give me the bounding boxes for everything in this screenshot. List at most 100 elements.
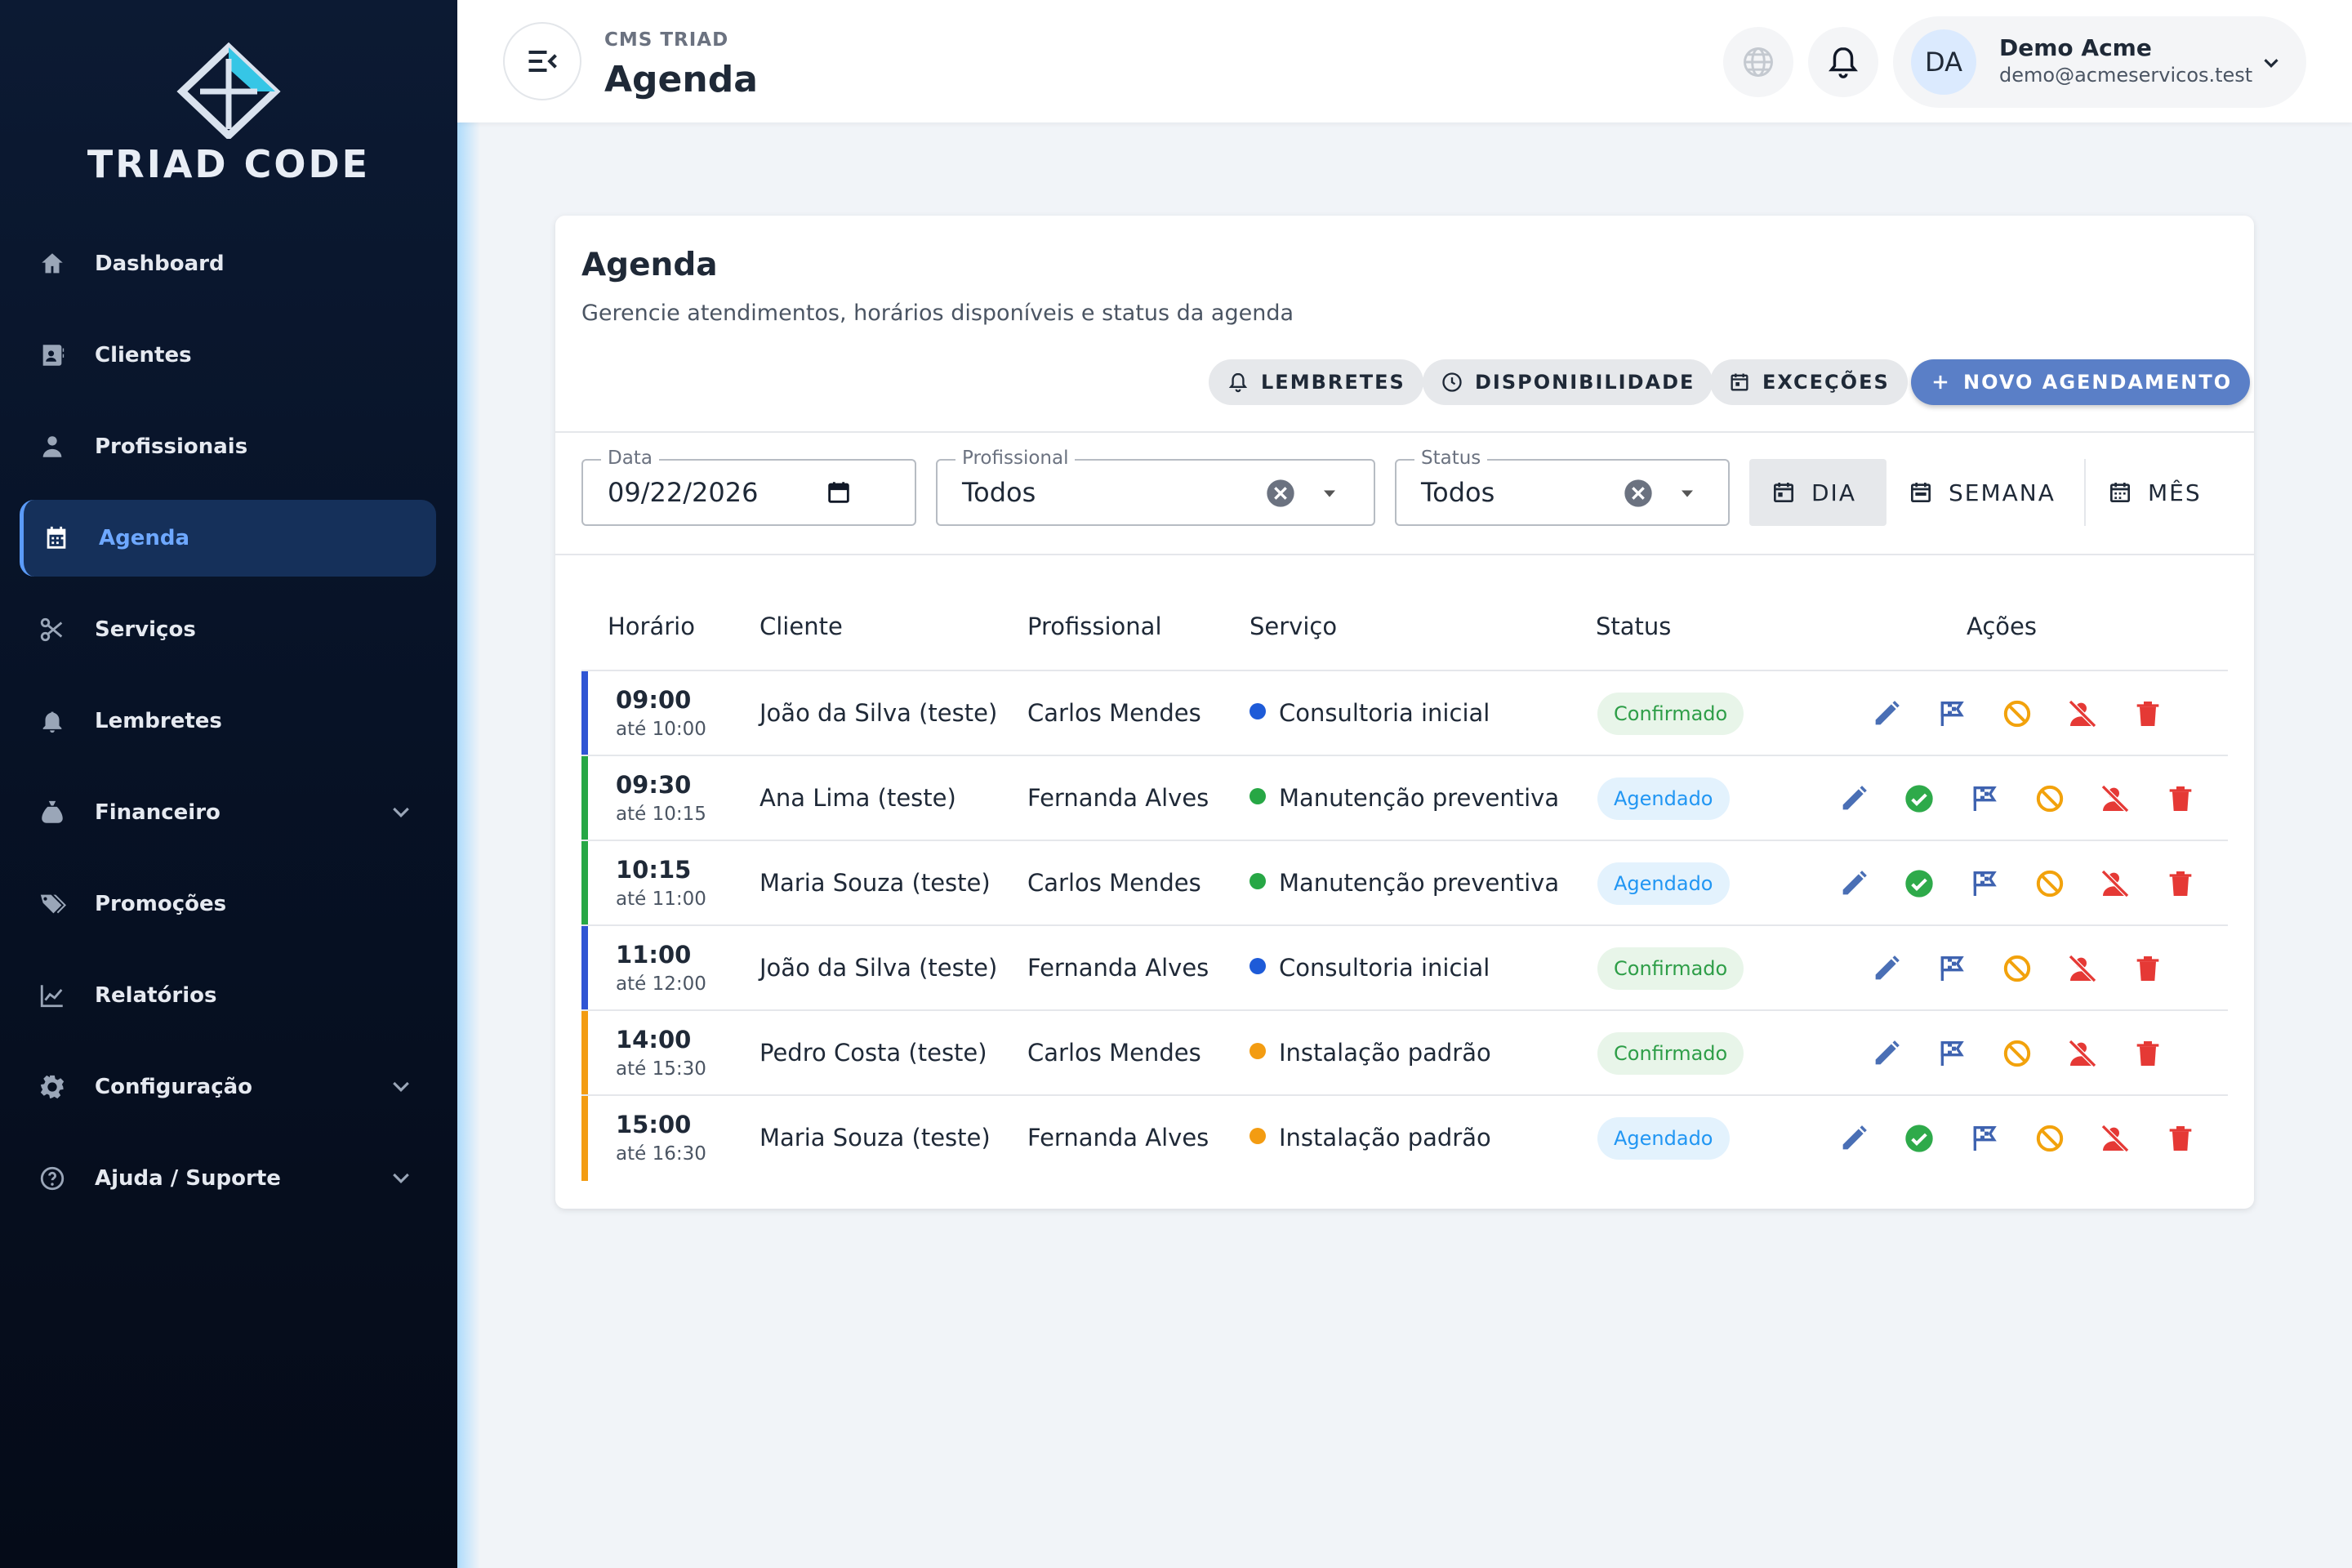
block-icon [2034,1122,2066,1155]
notifications-button[interactable] [1808,27,1878,97]
row-servico: Consultoria inicial [1250,954,1490,982]
calendar-month-icon [2110,483,2130,502]
view-semana-button[interactable]: SEMANA [1886,459,2077,526]
novo-agendamento-button[interactable]: NOVO AGENDAMENTO [1911,359,2251,405]
confirm-button[interactable] [1903,867,1936,900]
chevron-down-icon [393,1173,409,1183]
col-header-status: Status [1596,612,1672,640]
edit-button[interactable] [1838,782,1870,815]
view-mes-button[interactable]: MÊS [2086,459,2223,526]
cancel-button[interactable] [2001,697,2034,730]
dropdown-arrow-icon[interactable] [1676,482,1699,505]
table-row[interactable]: 14:00 até 15:30 Pedro Costa (teste) Carlos … [581,1009,2228,1096]
edit-button[interactable] [1870,952,1903,985]
date-field[interactable]: Data 09/22/2026 [581,448,916,526]
clear-icon[interactable] [1622,477,1655,510]
disponibilidade-button[interactable]: DISPONIBILIDADE [1423,359,1713,405]
status-badge: Confirmado [1597,693,1744,735]
finish-button[interactable] [1968,782,2001,815]
sidebar-item-configuracao[interactable]: Configuração [20,1049,436,1125]
trash-icon [2132,952,2164,985]
no-show-button[interactable] [2099,782,2132,815]
table-row[interactable]: 10:15 até 11:00 Maria Souza (teste) Carlos … [581,840,2228,926]
excecoes-button[interactable]: EXCEÇÕES [1710,359,1908,405]
agenda-card: Agenda Gerencie atendimentos, horários d… [555,216,2254,1209]
language-button[interactable] [1723,27,1793,97]
view-dia-button[interactable]: DIA [1749,459,1886,526]
delete-button[interactable] [2164,782,2197,815]
finish-button[interactable] [1936,697,1968,730]
row-cliente: Maria Souza (teste) [760,869,991,897]
delete-button[interactable] [2132,697,2164,730]
chart-icon [34,978,70,1013]
status-select[interactable]: Status Todos [1395,448,1730,526]
sidebar-item-financeiro[interactable]: Financeiro [20,774,436,851]
delete-button[interactable] [2132,1037,2164,1070]
no-show-button[interactable] [2099,867,2132,900]
row-servico-label: Consultoria inicial [1279,699,1490,727]
finish-button[interactable] [1936,1037,1968,1070]
person-icon [34,429,70,465]
sidebar-item-label: Financeiro [95,800,220,825]
sidebar-item-dashboard[interactable]: Dashboard [20,225,436,302]
bell-icon [1228,372,1248,393]
sidebar-item-relatorios[interactable]: Relatórios [20,957,436,1034]
sidebar-item-servicos[interactable]: Serviços [20,591,436,668]
row-end-time: até 11:00 [616,889,706,910]
cancel-button[interactable] [2001,952,2034,985]
edit-button[interactable] [1838,867,1870,900]
bell-icon [1829,47,1858,78]
table-row[interactable]: 11:00 até 12:00 João da Silva (teste) Ferna… [581,924,2228,1011]
sidebar-item-promocoes[interactable]: Promoções [20,866,436,942]
sidebar-item-clientes[interactable]: Clientes [20,317,436,394]
cancel-button[interactable] [2034,867,2066,900]
col-header-cliente: Cliente [760,612,843,640]
profissional-select[interactable]: Profissional Todos [936,448,1375,526]
sidebar-item-lembretes[interactable]: Lembretes [20,683,436,760]
row-color-bar [581,1011,588,1096]
row-cliente: Ana Lima (teste) [760,784,956,812]
finish-button[interactable] [1968,1122,2001,1155]
card-title: Agenda [581,247,718,283]
finish-button[interactable] [1968,867,2001,900]
cancel-button[interactable] [2034,1122,2066,1155]
help-icon [34,1160,70,1196]
confirm-button[interactable] [1903,1122,1936,1155]
table-row[interactable]: 09:30 até 10:15 Ana Lima (teste) Fernanda A… [581,755,2228,841]
cancel-button[interactable] [2034,782,2066,815]
finish-button[interactable] [1936,952,1968,985]
sidebar-item-ajuda[interactable]: Ajuda / Suporte [20,1140,436,1217]
edit-button[interactable] [1870,1037,1903,1070]
no-show-button[interactable] [2066,1037,2099,1070]
trash-icon [2164,782,2197,815]
no-show-button[interactable] [2099,1122,2132,1155]
cancel-button[interactable] [2001,1037,2034,1070]
no-show-button[interactable] [2066,952,2099,985]
service-color-dot [1250,958,1266,974]
divider [555,554,2254,555]
menu-toggle-button[interactable] [503,22,581,100]
user-email: demo@acmeservicos.test [1999,64,2253,87]
status-badge: Agendado [1597,862,1730,905]
calendar-icon[interactable] [825,479,853,506]
row-profissional: Fernanda Alves [1027,784,1209,812]
no-show-button[interactable] [2066,697,2099,730]
sidebar-item-agenda[interactable]: Agenda [20,500,436,577]
row-end-time: até 10:15 [616,804,706,825]
dropdown-arrow-icon[interactable] [1318,482,1341,505]
clear-icon[interactable] [1264,477,1297,510]
edit-button[interactable] [1838,1122,1870,1155]
pencil-icon [1870,697,1903,730]
user-menu[interactable]: DA Demo Acme demo@acmeservicos.test [1893,16,2306,108]
edit-button[interactable] [1870,697,1903,730]
sidebar-item-profissionais[interactable]: Profissionais [20,408,436,485]
delete-button[interactable] [2164,1122,2197,1155]
delete-button[interactable] [2164,867,2197,900]
table-row[interactable]: 09:00 até 10:00 João da Silva (teste) Carlo… [581,670,2228,756]
lembretes-button[interactable]: LEMBRETES [1209,359,1423,405]
row-color-bar [581,1096,588,1181]
confirm-button[interactable] [1903,782,1936,815]
delete-button[interactable] [2132,952,2164,985]
table-row[interactable]: 15:00 até 16:30 Maria Souza (teste) Fernand… [581,1094,2228,1181]
row-servico-label: Instalação padrão [1279,1124,1491,1152]
